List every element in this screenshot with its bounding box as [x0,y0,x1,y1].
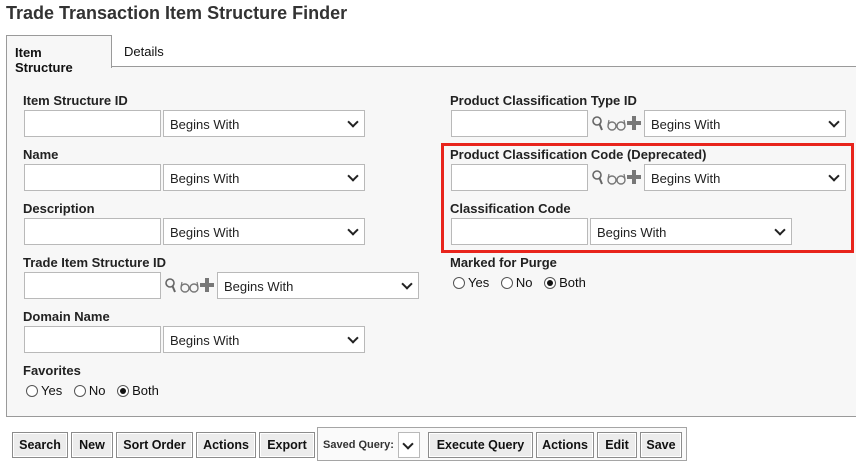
option-label: Yes [468,275,490,290]
operator-value: Begins With [651,171,721,186]
view-glasses-icon[interactable] [180,280,200,299]
favorites-label: Favorites [23,363,81,378]
marked-for-purge-label: Marked for Purge [450,255,557,270]
purge-no-option[interactable]: No [500,275,533,290]
classification-code-label: Classification Code [450,201,571,216]
actions-button[interactable]: Actions [196,432,256,458]
product-classification-type-id-label: Product Classification Type ID [450,93,637,108]
add-icon[interactable] [627,116,641,135]
operator-value: Begins With [170,117,240,132]
product-classification-type-id-input[interactable] [451,110,588,137]
tab-details[interactable]: Details [116,35,172,67]
chevron-down-icon [401,278,413,290]
chevron-down-icon [774,224,786,236]
saved-query-actions-button[interactable]: Actions [536,432,594,458]
option-label: Both [559,275,586,290]
lookup-icon-group [592,116,642,134]
tab-item-structure[interactable]: Item Structure [6,35,112,75]
radio-button[interactable] [73,385,86,397]
radio-button[interactable] [500,277,513,289]
operator-value: Begins With [651,117,721,132]
classification-code-operator-select[interactable]: Begins With [590,218,792,245]
search-button[interactable]: Search [12,432,68,458]
domain-name-label: Domain Name [23,309,110,324]
product-classification-code-operator-select[interactable]: Begins With [644,164,846,191]
saved-query-select[interactable] [398,432,420,458]
classification-code-input[interactable] [451,218,588,245]
radio-button[interactable] [453,277,465,289]
option-label: Yes [41,383,63,398]
search-icon[interactable] [165,278,177,299]
saved-query-group: Saved Query: Execute Query Actions Edit … [317,427,687,461]
chevron-down-icon [347,170,359,182]
add-icon[interactable] [627,170,641,189]
item-structure-id-operator-select[interactable]: Begins With [163,110,365,137]
operator-value: Begins With [224,279,294,294]
chevron-down-icon [347,116,359,128]
description-input[interactable] [24,218,161,245]
trade-item-structure-id-input[interactable] [24,272,161,299]
search-icon[interactable] [592,170,604,191]
chevron-down-icon [828,170,840,182]
radio-button[interactable] [26,385,38,397]
operator-value: Begins With [597,225,667,240]
item-structure-id-input[interactable] [24,110,161,137]
save-button[interactable]: Save [640,432,682,458]
export-button[interactable]: Export [259,432,315,458]
radio-button-selected[interactable] [544,277,557,289]
product-classification-code-input[interactable] [451,164,588,191]
search-icon[interactable] [592,116,604,137]
trade-item-structure-id-operator-select[interactable]: Begins With [217,272,419,299]
favorites-radio-group: Yes No Both [26,383,167,399]
sort-order-button[interactable]: Sort Order [116,432,193,458]
favorites-both-option[interactable]: Both [117,383,159,398]
view-glasses-icon[interactable] [607,118,627,137]
chevron-down-icon [828,116,840,128]
favorites-no-option[interactable]: No [73,383,106,398]
favorites-yes-option[interactable]: Yes [26,383,62,398]
operator-value: Begins With [170,225,240,240]
purge-both-option[interactable]: Both [544,275,586,290]
edit-button[interactable]: Edit [597,432,637,458]
chevron-down-icon [402,438,414,450]
product-classification-type-id-operator-select[interactable]: Begins With [644,110,846,137]
add-icon[interactable] [200,278,214,297]
operator-value: Begins With [170,171,240,186]
option-label: No [88,383,106,398]
description-operator-select[interactable]: Begins With [163,218,365,245]
chevron-down-icon [347,224,359,236]
radio-button-selected[interactable] [117,385,130,397]
view-glasses-icon[interactable] [607,172,627,191]
domain-name-input[interactable] [24,326,161,353]
name-input[interactable] [24,164,161,191]
name-label: Name [23,147,59,162]
execute-query-button[interactable]: Execute Query [428,432,533,458]
new-button[interactable]: New [71,432,113,458]
option-label: No [515,275,533,290]
name-operator-select[interactable]: Begins With [163,164,365,191]
purge-yes-option[interactable]: Yes [453,275,489,290]
saved-query-label: Saved Query: [323,439,394,451]
marked-for-purge-radio-group: Yes No Both [453,275,594,291]
trade-item-structure-id-label: Trade Item Structure ID [23,255,167,270]
item-structure-id-label: Item Structure ID [23,93,128,108]
chevron-down-icon [347,332,359,344]
domain-name-operator-select[interactable]: Begins With [163,326,365,353]
operator-value: Begins With [170,333,240,348]
option-label: Both [132,383,159,398]
lookup-icon-group [165,278,215,296]
lookup-icon-group [592,170,642,188]
product-classification-code-label: Product Classification Code (Deprecated) [450,147,707,162]
page-title: Trade Transaction Item Structure Finder [6,3,348,23]
description-label: Description [23,201,95,216]
